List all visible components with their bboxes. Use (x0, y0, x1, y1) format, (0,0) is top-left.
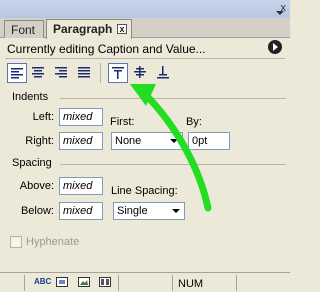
valign-middle-button[interactable] (131, 63, 151, 83)
panel-menu-arrow-icon[interactable] (276, 11, 284, 15)
chevron-down-icon (170, 139, 178, 143)
left-indent-field[interactable]: mixed (59, 108, 103, 126)
justify-icon (78, 67, 90, 78)
spacing-divider (60, 164, 286, 165)
align-center-icon (32, 67, 44, 78)
above-label: Above: (19, 180, 54, 192)
align-center-button[interactable] (29, 63, 49, 83)
line-spacing-select[interactable]: Single (113, 202, 185, 220)
valign-top-button[interactable] (108, 63, 128, 83)
tab-close-icon[interactable]: x (117, 24, 127, 34)
valign-bottom-button[interactable] (154, 63, 174, 83)
align-left-icon (11, 68, 23, 79)
tab-bar: Font Paragraph x (0, 18, 290, 39)
first-indent-value: None (115, 135, 142, 147)
layout-icon[interactable] (99, 277, 111, 287)
valign-bottom-icon (157, 66, 169, 79)
frame-icon[interactable] (56, 277, 68, 287)
right-indent-field[interactable]: mixed (59, 132, 103, 150)
editing-status-text: Currently editing Caption and Value... (7, 42, 206, 56)
spell-check-icon[interactable]: ABC (34, 277, 51, 286)
chevron-down-icon (172, 209, 180, 213)
statusbar-divider (236, 275, 237, 291)
tab-paragraph[interactable]: Paragraph x (46, 19, 132, 39)
status-bar: ABC NUM (0, 272, 290, 292)
right-indent-label: Right: (25, 135, 54, 147)
statusbar-divider (24, 275, 25, 291)
valign-middle-icon (134, 66, 146, 78)
divider (5, 58, 285, 59)
indents-heading: Indents (12, 91, 49, 103)
indents-divider (60, 98, 286, 99)
first-indent-label: First: (110, 116, 135, 128)
hyphenate-checkbox[interactable] (10, 236, 22, 248)
tab-font[interactable]: Font (4, 20, 44, 38)
annotation-arrow-head (130, 84, 156, 106)
align-right-icon (55, 67, 67, 78)
panel-titlebar[interactable]: x (0, 0, 290, 18)
align-left-button[interactable] (7, 63, 27, 83)
valign-top-icon (112, 67, 124, 79)
by-field[interactable]: 0pt (188, 132, 230, 150)
statusbar-divider (172, 275, 173, 291)
hyphenate-label: Hyphenate (26, 236, 80, 248)
image-icon[interactable] (78, 277, 90, 287)
toolbar-divider (100, 63, 101, 83)
below-field[interactable]: mixed (59, 202, 103, 220)
tab-font-label: Font (11, 23, 36, 37)
num-lock-indicator: NUM (178, 278, 204, 290)
below-label: Below: (20, 205, 54, 217)
tab-paragraph-label: Paragraph (53, 22, 113, 36)
first-indent-select[interactable]: None (111, 132, 183, 150)
flyout-menu-button[interactable] (268, 40, 282, 54)
spacing-heading: Spacing (12, 157, 52, 169)
line-spacing-value: Single (117, 205, 148, 217)
statusbar-divider (118, 275, 119, 291)
line-spacing-label: Line Spacing: (111, 185, 178, 197)
left-indent-label: Left: (32, 111, 54, 123)
align-right-button[interactable] (52, 63, 72, 83)
justify-button[interactable] (75, 63, 95, 83)
by-label: By: (186, 116, 202, 128)
above-field[interactable]: mixed (59, 177, 103, 195)
